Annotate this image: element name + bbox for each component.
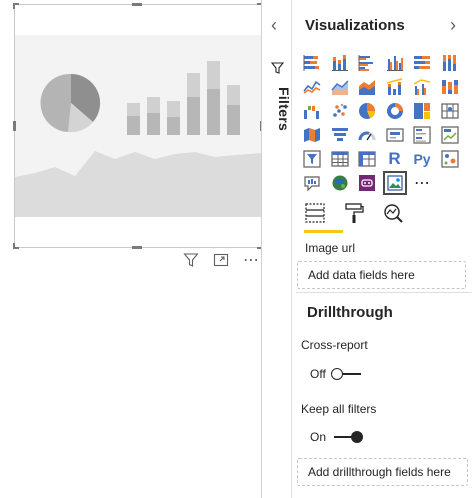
matrix-icon[interactable] (356, 148, 378, 170)
more-visuals-glyph: ⋯ (414, 175, 430, 192)
chevron-left-icon: ‹ (271, 15, 277, 35)
report-canvas: ⋯ (0, 0, 263, 498)
100-stacked-column-chart-icon[interactable] (439, 52, 461, 74)
slicer-icon[interactable] (301, 148, 323, 170)
cross-report-label: Cross-report (301, 338, 368, 352)
r-visual-glyph: R (388, 149, 401, 168)
visual-header-toolbar: ⋯ (182, 251, 260, 269)
python-visual-icon[interactable]: Py (411, 148, 433, 170)
visual-gallery: R Py ⋯ (301, 52, 466, 195)
focus-mode-icon[interactable] (212, 251, 230, 269)
more-options-icon[interactable]: ⋯ (242, 251, 260, 269)
cross-report-toggle[interactable]: Off (310, 367, 361, 381)
resize-handle-top[interactable] (132, 3, 142, 6)
filters-pane-collapsed: ‹ Filters (261, 0, 292, 498)
filters-pane-label[interactable]: Filters (264, 87, 292, 131)
visual-container[interactable] (13, 3, 263, 249)
filled-map-icon[interactable] (301, 124, 323, 146)
visualizations-title: Visualizations (305, 17, 405, 34)
filters-collapse-button[interactable]: ‹ (271, 16, 285, 34)
image-url-visual-icon[interactable] (382, 171, 407, 195)
cross-report-state: Off (310, 367, 326, 381)
qa-visual-icon[interactable] (301, 172, 323, 194)
multi-row-card-icon[interactable] (411, 124, 433, 146)
fields-tab[interactable] (304, 202, 326, 226)
treemap-icon[interactable] (411, 100, 433, 122)
table-icon[interactable] (329, 148, 351, 170)
key-influencers-icon[interactable] (439, 148, 461, 170)
keep-all-filters-state: On (310, 430, 327, 444)
image-url-well-label: Image url (305, 241, 356, 255)
resize-handle-left[interactable] (13, 121, 16, 131)
line-and-stacked-column-chart-icon[interactable] (384, 76, 406, 98)
fields-well-icon (305, 203, 325, 223)
gauge-icon[interactable] (356, 124, 378, 146)
cross-report-switch[interactable] (330, 368, 361, 380)
keep-all-filters-switch[interactable] (334, 431, 364, 443)
visualizations-pane-tabs (304, 202, 404, 226)
toggle-knob-on (351, 431, 364, 443)
python-visual-glyph: Py (413, 151, 431, 167)
area-chart-icon[interactable] (329, 76, 351, 98)
keep-all-filters-label: Keep all filters (301, 402, 377, 416)
chevron-right-icon: › (450, 15, 456, 35)
analytics-magnifier-icon (384, 204, 403, 223)
clustered-bar-chart-icon[interactable] (356, 52, 378, 74)
ribbon-chart-icon[interactable] (439, 76, 461, 98)
format-tab[interactable] (343, 202, 365, 226)
clustered-column-chart-icon[interactable] (384, 52, 406, 74)
stacked-bar-chart-icon[interactable] (301, 52, 323, 74)
line-and-clustered-column-chart-icon[interactable] (411, 76, 433, 98)
card-icon[interactable] (384, 124, 406, 146)
keep-all-filters-toggle[interactable]: On (310, 430, 364, 444)
resize-handle-top-left[interactable] (13, 3, 19, 9)
stacked-area-chart-icon[interactable] (356, 76, 378, 98)
paint-roller-icon (345, 203, 364, 223)
visual-placeholder-graphic (15, 5, 261, 247)
scatter-chart-icon[interactable] (329, 100, 351, 122)
drillthrough-title: Drillthrough (307, 304, 393, 321)
resize-handle-bottom-left[interactable] (13, 243, 19, 249)
filter-icon[interactable] (182, 251, 200, 269)
line-chart-icon[interactable] (301, 76, 323, 98)
pie-chart-icon[interactable] (356, 100, 378, 122)
filters-funnel-icon (270, 62, 285, 80)
arcgis-map-icon[interactable] (329, 172, 351, 194)
r-script-visual-icon[interactable]: R (384, 148, 406, 170)
visualizations-collapse-button[interactable]: › (450, 16, 456, 34)
funnel-icon[interactable] (329, 124, 351, 146)
more-visuals-icon[interactable]: ⋯ (411, 172, 433, 194)
pane-divider (296, 292, 472, 293)
100-stacked-bar-chart-icon[interactable] (411, 52, 433, 74)
resize-handle-bottom[interactable] (132, 246, 142, 249)
drillthrough-drop-zone[interactable]: Add drillthrough fields here (297, 458, 468, 486)
active-tab-indicator (304, 230, 343, 233)
donut-chart-icon[interactable] (384, 100, 406, 122)
map-icon[interactable] (439, 100, 461, 122)
image-url-drop-zone[interactable]: Add data fields here (297, 261, 466, 289)
waterfall-chart-icon[interactable] (301, 100, 323, 122)
visualizations-pane: Visualizations › R Py ⋯ Image url Add da… (292, 0, 474, 498)
power-apps-icon[interactable] (356, 172, 378, 194)
analytics-tab[interactable] (382, 202, 404, 226)
kpi-icon[interactable] (439, 124, 461, 146)
toggle-track-line (341, 373, 361, 375)
more-options-glyph: ⋯ (243, 252, 259, 269)
stacked-column-chart-icon[interactable] (329, 52, 351, 74)
